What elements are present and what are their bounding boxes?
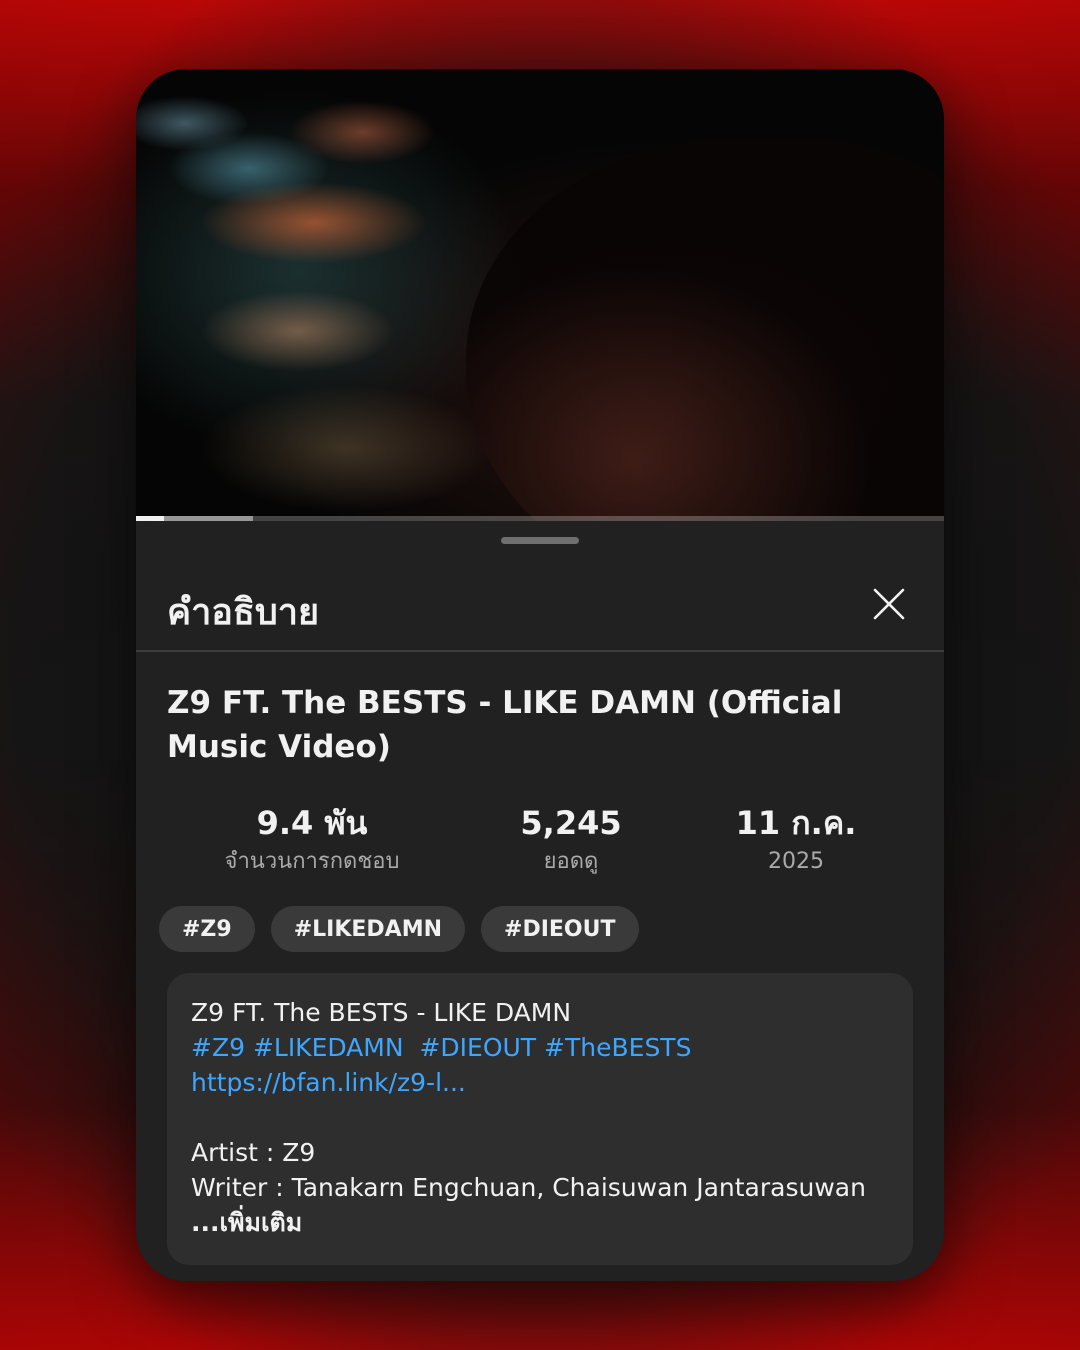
header-divider xyxy=(136,650,944,652)
likes-count: 9.4 พัน xyxy=(256,804,368,842)
artist-line: Artist : Z9 xyxy=(191,1138,316,1167)
hashtag-link[interactable]: #DIEOUT xyxy=(419,1033,536,1062)
close-icon xyxy=(873,588,905,620)
hashtag-chip-z9[interactable]: #Z9 xyxy=(159,906,255,952)
description-box[interactable]: Z9 FT. The BESTS - LIKE DAMN #Z9 #LIKEDA… xyxy=(167,973,913,1265)
hashtag-chip-likedamn[interactable]: #LIKEDAMN xyxy=(270,906,466,952)
close-button[interactable] xyxy=(866,581,912,627)
likes-stat: 9.4 พัน จำนวนการกดชอบ xyxy=(212,801,412,879)
publish-date: 11 ก.ค. xyxy=(735,804,857,842)
video-title: Z9 FT. The BESTS - LIKE DAMN (Official M… xyxy=(167,685,843,765)
drag-handle[interactable] xyxy=(501,537,579,544)
sheet-title: คำอธิบาย xyxy=(167,592,320,633)
publish-year: 2025 xyxy=(768,849,824,874)
views-count: 5,245 xyxy=(520,804,622,842)
likes-label: จำนวนการกดชอบ xyxy=(224,849,400,874)
views-stat: 5,245 ยอดดู xyxy=(471,801,671,879)
video-player[interactable] xyxy=(136,69,944,521)
hashtag-link[interactable]: #Z9 xyxy=(191,1033,245,1062)
description-hashtags: #Z9 #LIKEDAMN #DIEOUT #TheBESTS xyxy=(191,1030,901,1065)
hashtag-chips: #Z9 #LIKEDAMN #DIEOUT xyxy=(159,906,639,952)
description-sheet: คำอธิบาย Z9 FT. The BESTS - LIKE DAMN (O… xyxy=(136,521,944,1281)
hashtag-link[interactable]: #TheBESTS xyxy=(544,1033,691,1062)
show-more-link[interactable]: ...เพิ่มเติม xyxy=(191,1208,302,1237)
external-link[interactable]: https://bfan.link/z9-l... xyxy=(191,1068,466,1097)
writer-line: Writer : Tanakarn Engchuan, Chaisuwan Ja… xyxy=(191,1173,866,1202)
phone-frame: คำอธิบาย Z9 FT. The BESTS - LIKE DAMN (O… xyxy=(136,69,944,1281)
views-label: ยอดดู xyxy=(543,849,599,874)
video-frame-silhouette xyxy=(466,139,944,521)
date-stat: 11 ก.ค. 2025 xyxy=(696,801,896,879)
description-line: Z9 FT. The BESTS - LIKE DAMN xyxy=(191,998,572,1027)
hashtag-link[interactable]: #LIKEDAMN xyxy=(253,1033,404,1062)
hashtag-chip-dieout[interactable]: #DIEOUT xyxy=(481,906,639,952)
